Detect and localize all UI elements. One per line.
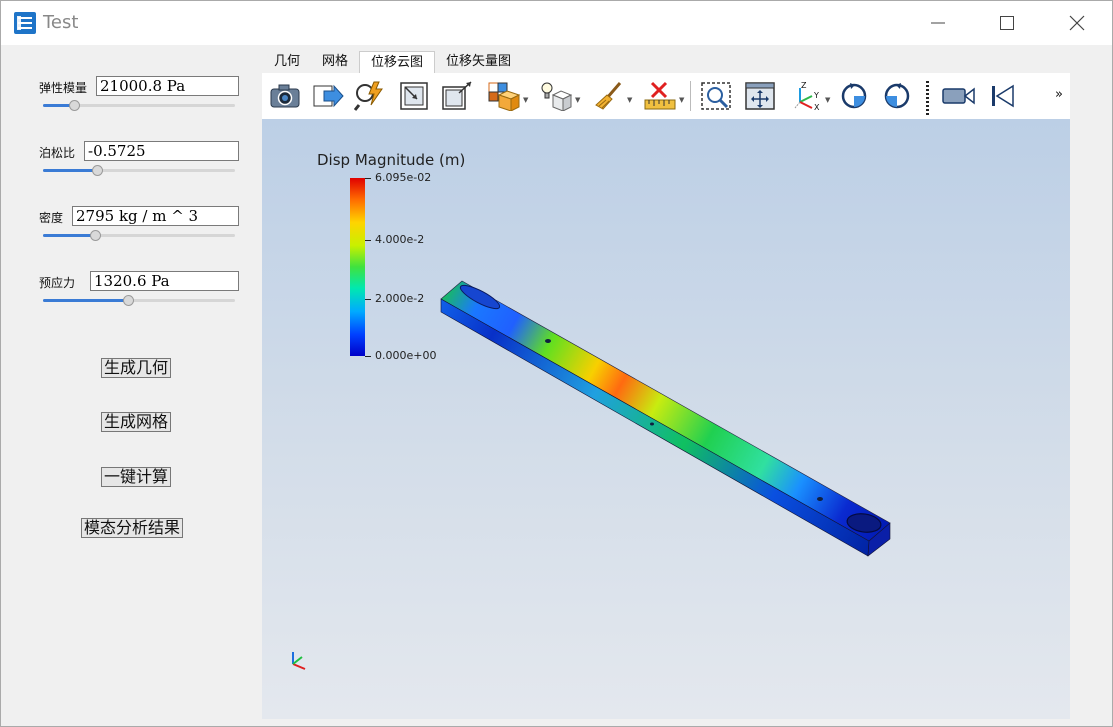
svg-text:Z: Z [801,81,807,90]
svg-text:X: X [814,103,820,112]
select-cells-icon[interactable] [397,79,431,113]
tab-geometry[interactable]: 几何 [263,51,311,72]
param-prestress: 预应力 1320.6 Pa [1,271,251,321]
zoom-box-icon[interactable] [699,79,733,113]
light-icon[interactable] [539,79,573,113]
reset-view-icon[interactable] [743,79,777,113]
density-slider[interactable] [43,230,235,241]
generate-mesh-button[interactable]: 生成网格 [101,412,172,432]
dropdown-arrow-icon[interactable]: ▼ [575,96,580,104]
minimize-button[interactable] [915,7,961,39]
orientation-axes-icon [292,652,306,670]
modal-analysis-results-button[interactable]: 模态分析结果 [81,518,184,538]
title-bar: Test [1,1,1112,45]
query-icon[interactable] [353,79,387,113]
tab-mesh[interactable]: 网格 [311,51,359,72]
viewer-toolbar: ▼ ▼ ▼ ▼ ZYX ▼ » [262,73,1070,119]
toolbar-separator [926,81,929,115]
param-label: 密度 [39,211,64,225]
first-frame-icon[interactable] [985,79,1019,113]
slider-handle[interactable] [123,295,134,306]
tab-displacement-vector[interactable]: 位移矢量图 [435,51,522,72]
window-title: Test [43,12,79,33]
app-window: Test 弹性模量 21000.8 Pa 泊松比 -0.5725 密度 2795… [0,0,1113,727]
elastic-modulus-slider[interactable] [43,100,235,111]
rotate-cw-icon[interactable] [837,79,871,113]
toolbar-overflow-button[interactable]: » [1055,87,1063,102]
param-label: 预应力 [39,276,76,290]
slider-handle[interactable] [90,230,101,241]
maximize-button[interactable] [984,7,1030,39]
export-icon[interactable] [311,79,345,113]
app-icon [14,12,36,34]
slider-handle[interactable] [92,165,103,176]
minimize-icon [931,22,945,24]
axes-orient-icon[interactable]: ZYX [791,79,825,113]
dropdown-arrow-icon[interactable]: ▼ [825,96,830,104]
toolbar-separator [690,81,691,111]
elastic-modulus-input[interactable]: 21000.8 Pa [96,76,239,96]
param-elastic-modulus: 弹性模量 21000.8 Pa [1,76,251,126]
close-button[interactable] [1054,7,1100,39]
dropdown-arrow-icon[interactable]: ▼ [523,96,528,104]
maximize-icon [1000,16,1014,30]
dropdown-arrow-icon[interactable]: ▼ [627,96,632,104]
param-label: 泊松比 [39,146,76,160]
svg-text:Y: Y [813,91,819,100]
density-input[interactable]: 2795 kg / m ^ 3 [72,206,239,226]
prestress-input[interactable]: 1320.6 Pa [90,271,239,291]
poisson-ratio-slider[interactable] [43,165,235,176]
param-density: 密度 2795 kg / m ^ 3 [1,206,251,256]
camera-icon[interactable] [268,79,302,113]
hover-cells-icon[interactable] [487,79,521,113]
beam-model [440,280,891,557]
param-poisson-ratio: 泊松比 -0.5725 [1,141,251,191]
select-points-icon[interactable] [440,79,474,113]
tab-displacement-contour[interactable]: 位移云图 [359,51,436,73]
param-label: 弹性模量 [39,81,88,95]
close-icon [1069,15,1085,31]
ruler-icon[interactable] [643,79,677,113]
prestress-slider[interactable] [43,295,235,306]
render-viewport[interactable]: Disp Magnitude (m) 6.095e-02 4.000e-2 2.… [262,119,1070,719]
dropdown-arrow-icon[interactable]: ▼ [679,96,684,104]
rotate-ccw-icon[interactable] [880,79,914,113]
one-click-compute-button[interactable]: 一键计算 [101,467,172,487]
video-icon[interactable] [942,79,976,113]
poisson-ratio-input[interactable]: -0.5725 [84,141,239,161]
generate-geometry-button[interactable]: 生成几何 [101,358,172,378]
slider-handle[interactable] [69,100,80,111]
clear-icon[interactable] [592,79,626,113]
view-tabs: 几何 网格 位移云图 位移矢量图 [263,51,522,73]
